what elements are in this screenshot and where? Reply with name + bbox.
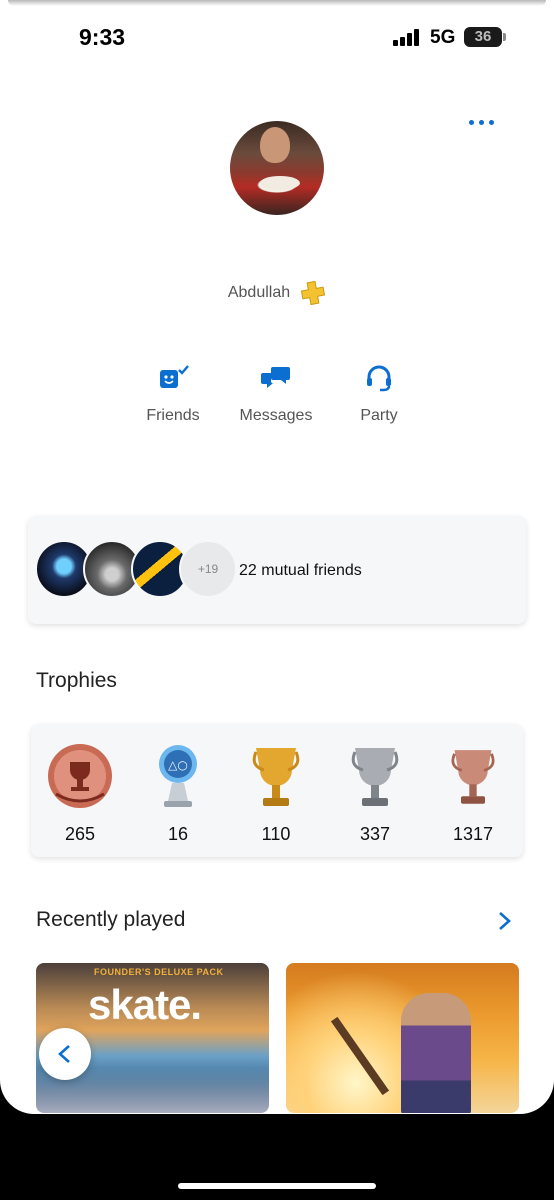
svg-text:△○: △○ [168, 758, 188, 772]
more-friends-count: +19 [179, 540, 237, 598]
platinum-trophy-icon: △○ [159, 745, 197, 807]
messages-icon [261, 367, 290, 388]
scroll-back-button[interactable] [39, 1028, 91, 1080]
home-indicator[interactable] [178, 1183, 376, 1189]
battery-icon: 36 [464, 27, 506, 47]
profile-avatar[interactable] [230, 121, 324, 215]
gold-trophy-icon [252, 748, 300, 806]
party-label: Party [360, 407, 398, 424]
recently-played-title: Recently played [36, 908, 186, 931]
silver-trophy-icon [351, 748, 399, 806]
game-logo: skate. [88, 981, 202, 1028]
online-id: Abdullah [227, 284, 291, 301]
status-time: 9:33 [79, 24, 126, 50]
silver-count: 337 [359, 824, 391, 844]
trophy-platinum: △○ 16 [133, 742, 223, 845]
friends-label: Friends [146, 407, 200, 424]
friends-button[interactable]: Friends [123, 362, 223, 425]
signal-icon [393, 29, 423, 46]
party-icon [367, 365, 391, 392]
trophy-level-count: 265 [64, 824, 96, 844]
trophy-level: 265 [35, 742, 125, 845]
bronze-trophy-icon [451, 750, 495, 804]
mutual-friends-label: 22 mutual friends [239, 562, 362, 579]
game-tag: FOUNDER'S DELUXE PACK [94, 967, 224, 977]
username-row: Abdullah [0, 280, 554, 306]
trophy-silver: 337 [330, 742, 420, 845]
trophy-gold: 110 [231, 742, 321, 845]
gold-count: 110 [261, 824, 291, 844]
device-edge [8, 0, 546, 6]
bronze-count: 1317 [452, 824, 494, 844]
trophy-bronze: 1317 [428, 742, 518, 845]
messages-label: Messages [239, 407, 313, 424]
party-button[interactable]: Party [329, 362, 429, 425]
chevron-left-icon [58, 1045, 70, 1063]
trophy-level-icon [48, 744, 112, 808]
profile-screen: 9:33 5G 36 Abdullah Friends Messages Par… [0, 0, 554, 1114]
friends-icon [160, 365, 189, 388]
chevron-right-icon[interactable] [493, 909, 515, 933]
game-card-hello-neighbor[interactable] [286, 963, 519, 1113]
network-type: 5G [430, 27, 456, 48]
messages-button[interactable]: Messages [226, 362, 326, 425]
trophies-card[interactable]: 265 △○ 16 110 337 1317 [31, 724, 523, 857]
trophies-title: Trophies [36, 669, 117, 692]
platinum-count: 16 [167, 824, 189, 844]
more-options-button[interactable] [466, 112, 498, 132]
mutual-friends-card[interactable]: +19 22 mutual friends [28, 516, 526, 624]
psplus-icon [301, 280, 326, 306]
